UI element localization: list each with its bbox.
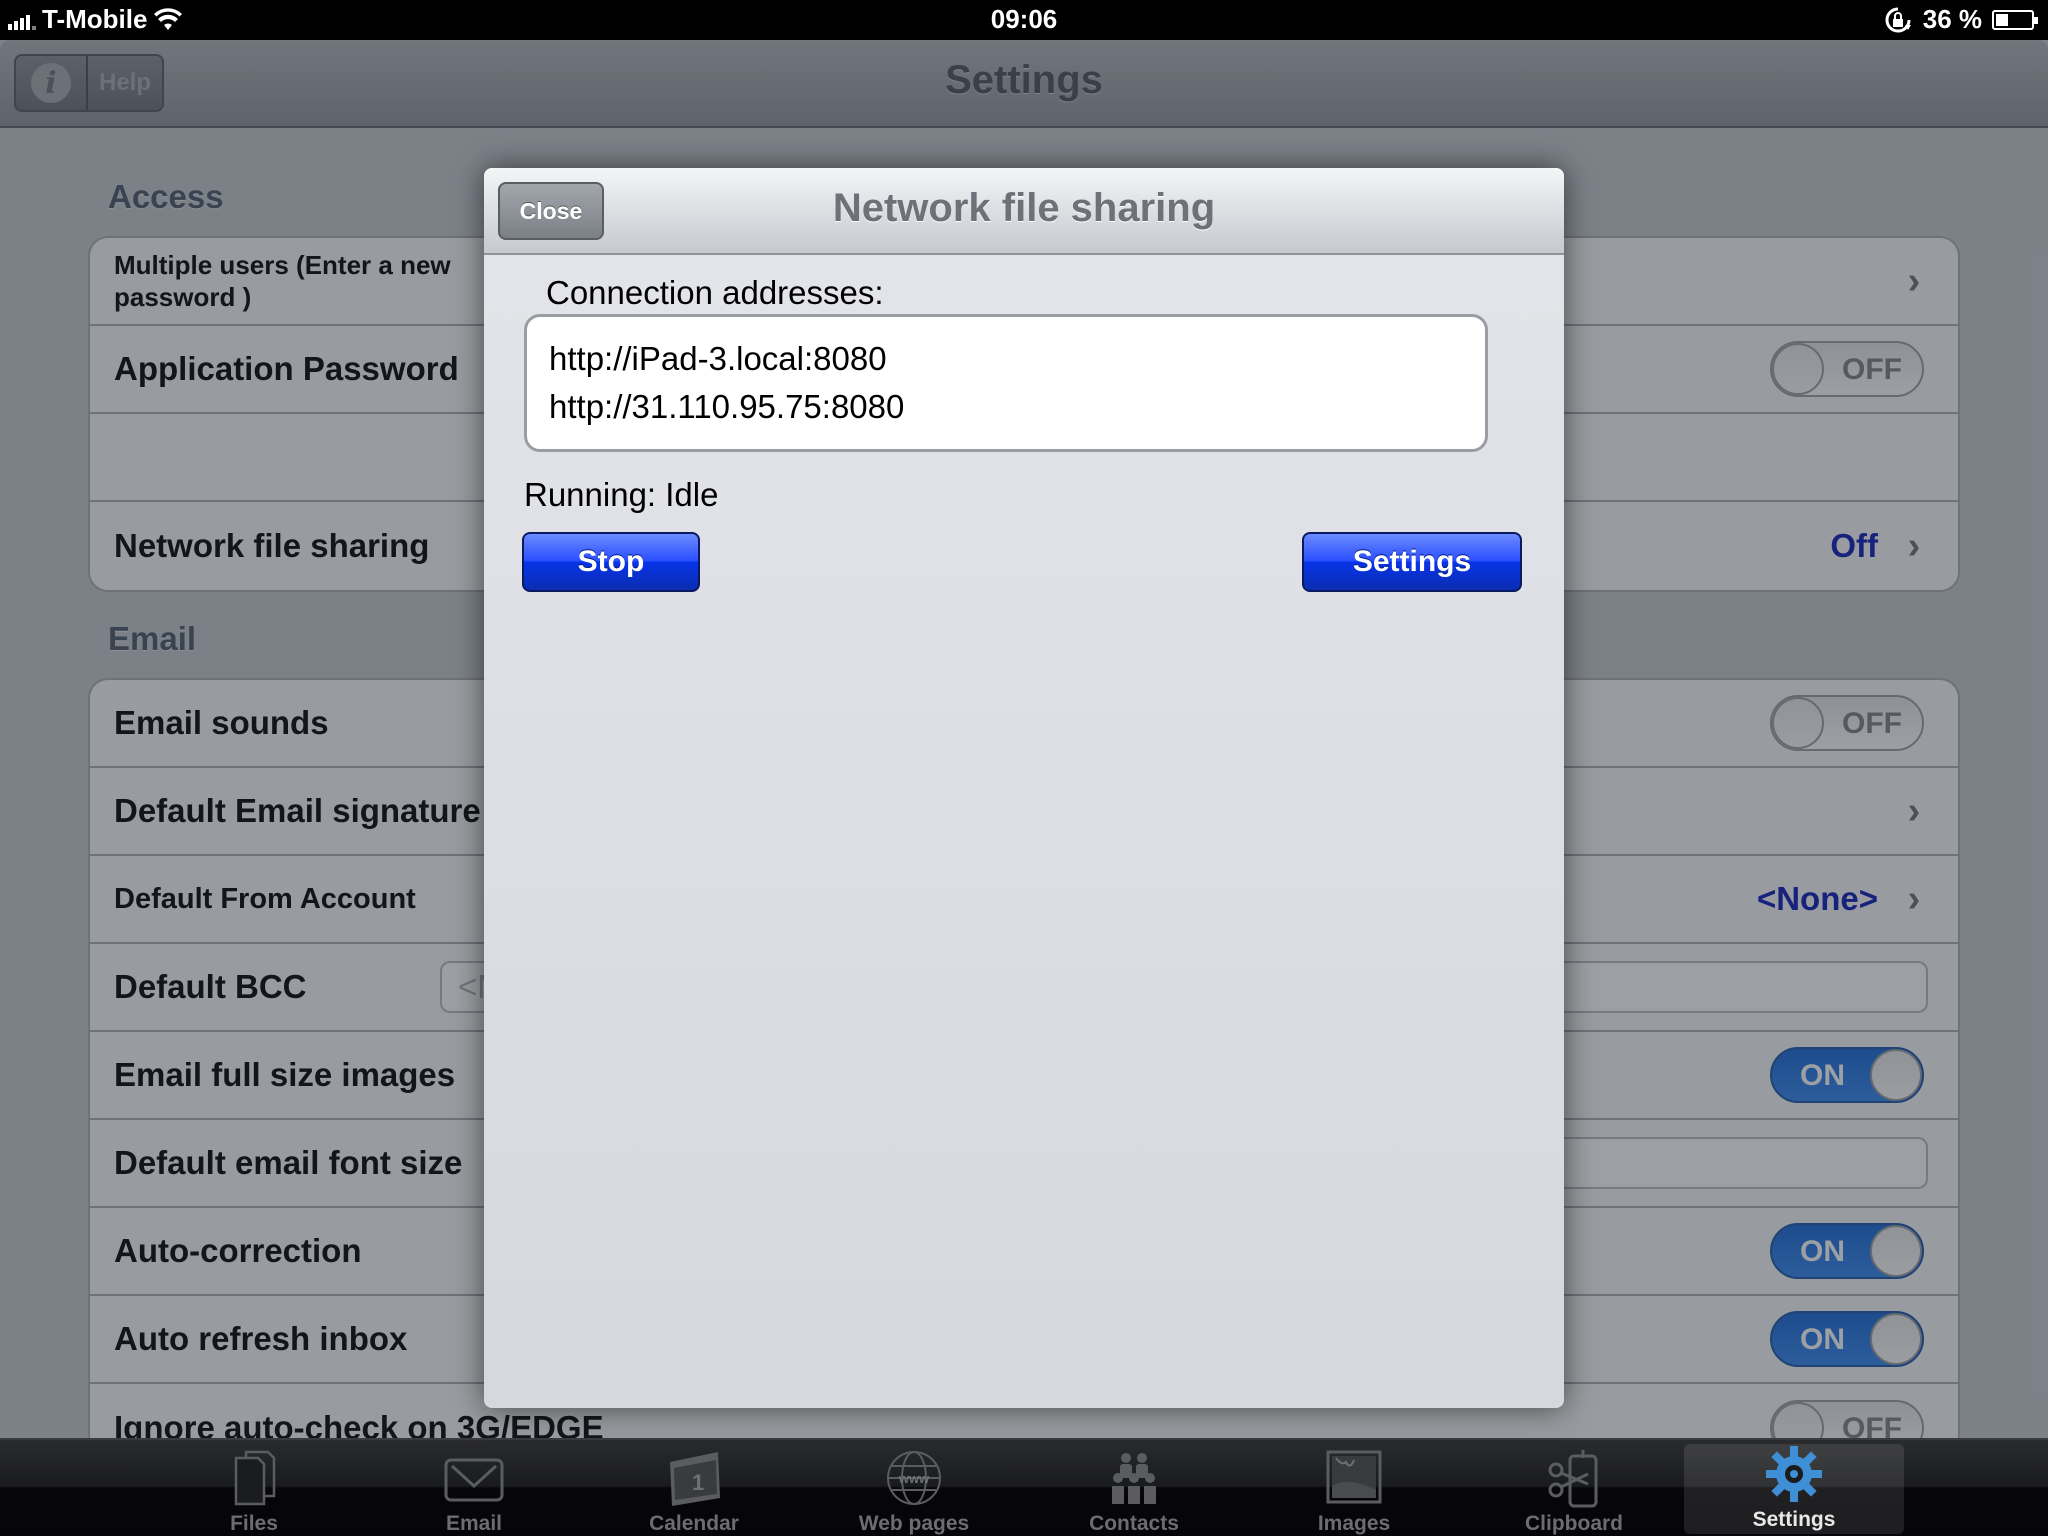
tab-label: Images xyxy=(1317,1512,1391,1535)
screen: T-Mobile 09:06 36 % i Help Settings Acce… xyxy=(0,0,2048,1536)
clipboard-icon xyxy=(1544,1448,1604,1508)
network-file-sharing-dialog: Close Network file sharing Connection ad… xyxy=(484,168,1564,1408)
clock: 09:06 xyxy=(990,4,1058,34)
tab-label: Files xyxy=(230,1512,278,1535)
gear-icon xyxy=(1764,1444,1824,1504)
images-icon xyxy=(1324,1448,1384,1508)
dialog-header: Close Network file sharing xyxy=(484,168,1564,255)
tab-contacts[interactable]: Contacts xyxy=(1024,1440,1244,1536)
status-right: 36 % xyxy=(1883,4,2038,35)
tab-label: Email xyxy=(445,1512,503,1535)
settings-button[interactable]: Settings xyxy=(1302,532,1522,592)
tab-email[interactable]: Email xyxy=(364,1440,584,1536)
email-icon xyxy=(444,1448,504,1508)
globe-icon: www xyxy=(884,1448,944,1508)
tab-bar: Files Email 1 Calendar www Web pages Con… xyxy=(0,1438,2048,1536)
tab-label: Settings xyxy=(1752,1508,1836,1531)
stop-button[interactable]: Stop xyxy=(522,532,700,592)
tab-label: Calendar xyxy=(649,1512,739,1535)
calendar-icon: 1 xyxy=(664,1448,724,1508)
battery-percent: 36 % xyxy=(1922,4,1982,34)
tab-label: Clipboard xyxy=(1525,1512,1623,1535)
status-bar: T-Mobile 09:06 36 % xyxy=(0,0,2048,40)
tab-clipboard[interactable]: Clipboard xyxy=(1464,1440,1684,1536)
address-ip: http://31.110.95.75:8080 xyxy=(549,388,905,425)
battery-fill xyxy=(1996,13,2008,26)
tab-images[interactable]: Images xyxy=(1244,1440,1464,1536)
battery-icon xyxy=(1992,9,2038,30)
calendar-day: 1 xyxy=(692,1470,704,1495)
rotation-lock-icon xyxy=(1885,7,1911,32)
connection-addresses-box[interactable]: http://iPad-3.local:8080 http://31.110.9… xyxy=(524,314,1488,452)
tab-web-pages[interactable]: www Web pages xyxy=(804,1440,1024,1536)
tab-label: Contacts xyxy=(1089,1512,1179,1535)
tab-settings[interactable]: Settings xyxy=(1684,1444,1904,1534)
dialog-title: Network file sharing xyxy=(832,186,1216,230)
contacts-icon xyxy=(1104,1448,1164,1508)
files-icon xyxy=(224,1448,284,1508)
globe-text: www xyxy=(898,1471,930,1486)
tab-calendar[interactable]: 1 Calendar xyxy=(584,1440,804,1536)
connection-addresses-label: Connection addresses: xyxy=(546,274,884,311)
address-local: http://iPad-3.local:8080 xyxy=(549,340,887,377)
tab-label: Web pages xyxy=(858,1512,970,1535)
tab-files[interactable]: Files xyxy=(144,1440,364,1536)
running-status: Running: Idle xyxy=(524,476,719,513)
